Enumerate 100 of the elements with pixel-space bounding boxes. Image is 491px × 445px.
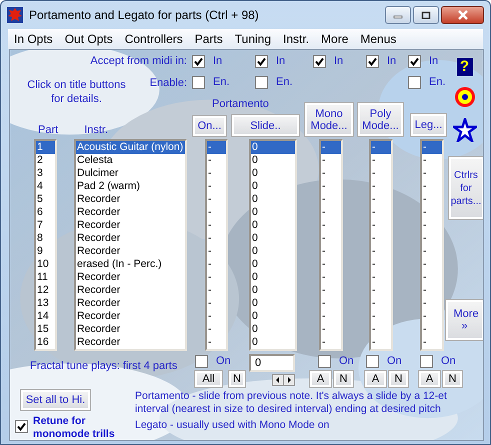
list-item[interactable]: - <box>371 219 391 232</box>
list-item[interactable]: - <box>321 219 341 232</box>
list-item[interactable]: 0 <box>251 154 295 167</box>
list-item[interactable]: - <box>371 232 391 245</box>
list-item[interactable]: - <box>321 154 341 167</box>
list-item[interactable]: - <box>207 284 226 297</box>
checkbox[interactable] <box>408 76 421 88</box>
menu-item[interactable]: Tuning <box>228 30 278 48</box>
list-item[interactable]: Recorder <box>76 336 185 349</box>
list-item[interactable]: - <box>321 310 341 323</box>
list-item[interactable]: - <box>321 232 341 245</box>
list-item[interactable]: - <box>371 297 391 310</box>
list-item[interactable]: - <box>207 271 226 284</box>
list-item[interactable]: 15 <box>36 323 55 336</box>
list-item[interactable]: 5 <box>36 193 55 206</box>
list-item[interactable]: - <box>422 167 442 180</box>
toggle-button[interactable]: N <box>333 370 354 388</box>
list-item[interactable]: - <box>371 336 391 349</box>
list-item[interactable]: 7 <box>36 219 55 232</box>
list-item[interactable]: 3 <box>36 167 55 180</box>
list-item[interactable]: - <box>371 193 391 206</box>
list-item[interactable]: 8 <box>36 232 55 245</box>
list-item[interactable]: Celesta <box>76 154 185 167</box>
checkbox[interactable] <box>366 354 379 368</box>
more-button[interactable]: More » <box>444 299 483 341</box>
checkbox[interactable] <box>192 54 205 68</box>
list-item[interactable]: - <box>422 271 442 284</box>
column-button[interactable]: Slide.. <box>231 114 300 137</box>
list-item[interactable]: - <box>207 336 226 349</box>
toggle-button[interactable]: All <box>194 370 223 388</box>
list-item[interactable]: Recorder <box>76 219 185 232</box>
slide-field[interactable]: 0 <box>249 354 295 372</box>
checkbox[interactable] <box>313 54 326 68</box>
list-item[interactable]: 0 <box>251 323 295 336</box>
toggle-button[interactable]: N <box>228 370 246 388</box>
list-item[interactable]: - <box>321 336 341 349</box>
list-item[interactable]: - <box>207 297 226 310</box>
help-icon[interactable]: ? <box>456 58 472 76</box>
list-item[interactable]: 4 <box>36 180 55 193</box>
list-item[interactable]: Dulcimer <box>76 167 185 180</box>
list-item[interactable]: - <box>371 245 391 258</box>
list-item[interactable]: 2 <box>36 154 55 167</box>
list-item[interactable]: - <box>371 323 391 336</box>
list-item[interactable]: erased (In - Perc.) <box>76 258 185 271</box>
list-item[interactable]: 0 <box>251 310 295 323</box>
list-item[interactable]: - <box>321 297 341 310</box>
list-item[interactable]: 0 <box>251 219 295 232</box>
list-item[interactable]: - <box>321 323 341 336</box>
maximize-button[interactable] <box>413 6 439 24</box>
list-item[interactable]: 0 <box>251 141 295 154</box>
list-item[interactable]: - <box>207 323 226 336</box>
list-item[interactable]: - <box>207 245 226 258</box>
close-button[interactable] <box>441 6 484 24</box>
column-button[interactable]: Mono Mode... <box>304 102 354 137</box>
ctrlrs-button[interactable]: Ctrlrs for parts... <box>448 156 483 220</box>
list-item[interactable]: - <box>422 219 442 232</box>
list-item[interactable]: Recorder <box>76 284 185 297</box>
list-item[interactable]: 0 <box>251 297 295 310</box>
list-item[interactable]: 14 <box>36 310 55 323</box>
menu-item[interactable]: Instr. <box>277 30 316 48</box>
menu-item[interactable]: Menus <box>354 30 402 48</box>
list-item[interactable]: - <box>371 141 391 154</box>
toggle-button[interactable]: A <box>364 370 387 388</box>
list-item[interactable]: - <box>371 180 391 193</box>
menu-item[interactable]: In Opts <box>8 30 59 48</box>
toggle-button[interactable]: N <box>442 370 463 388</box>
checkbox[interactable] <box>255 54 268 68</box>
toggle-button[interactable]: N <box>388 370 409 388</box>
list-item[interactable]: - <box>207 258 226 271</box>
list-item[interactable]: - <box>371 271 391 284</box>
list-item[interactable]: 0 <box>251 284 295 297</box>
spin-arrows-icon[interactable] <box>272 374 295 386</box>
column-button[interactable]: Poly Mode... <box>357 102 404 137</box>
list-item[interactable]: - <box>422 193 442 206</box>
menu-item[interactable]: More <box>315 30 354 48</box>
list-item[interactable]: - <box>321 258 341 271</box>
menu-item[interactable]: Out Opts <box>58 30 119 48</box>
list-item[interactable]: - <box>422 180 442 193</box>
list-item[interactable]: - <box>371 154 391 167</box>
list-item[interactable]: 9 <box>36 245 55 258</box>
list-item[interactable]: 0 <box>251 206 295 219</box>
list-item[interactable]: Recorder <box>76 323 185 336</box>
checkbox[interactable] <box>408 54 421 68</box>
list-item[interactable]: Recorder <box>76 271 185 284</box>
list-item[interactable]: - <box>422 284 442 297</box>
checkbox[interactable] <box>15 420 28 433</box>
list-item[interactable]: 6 <box>36 206 55 219</box>
list-item[interactable]: - <box>207 206 226 219</box>
list-item[interactable]: - <box>422 232 442 245</box>
list-item[interactable]: - <box>422 206 442 219</box>
menu-item[interactable]: Controllers <box>118 30 189 48</box>
list-item[interactable]: Recorder <box>76 206 185 219</box>
list-box[interactable]: - - - - - - - - - - - - - - - - <box>319 139 343 351</box>
list-item[interactable]: 0 <box>251 167 295 180</box>
list-item[interactable]: - <box>371 206 391 219</box>
list-item[interactable]: 0 <box>251 271 295 284</box>
list-item[interactable]: - <box>371 310 391 323</box>
list-item[interactable]: 11 <box>36 271 55 284</box>
checkbox[interactable] <box>366 54 379 68</box>
list-item[interactable]: - <box>321 167 341 180</box>
